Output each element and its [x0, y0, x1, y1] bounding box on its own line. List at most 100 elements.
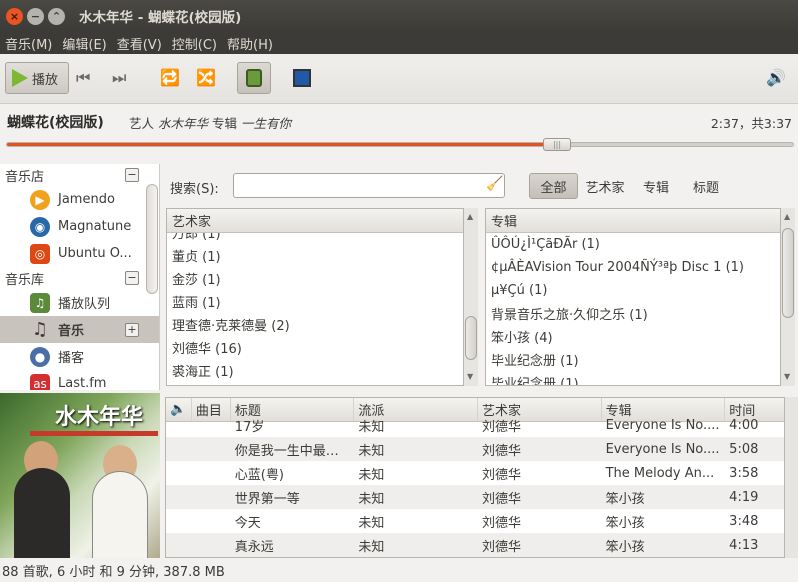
menu-control[interactable]: 控制(C): [167, 34, 222, 53]
list-item[interactable]: 笨小孩 (4): [486, 325, 780, 348]
list-item[interactable]: 理查德·克莱德曼 (2): [167, 313, 463, 336]
list-item[interactable]: 蓝雨 (1): [167, 290, 463, 313]
now-playing-meta: 艺人 水木年华 专辑 一生有你: [129, 113, 291, 132]
list-item[interactable]: 金莎 (1): [167, 267, 463, 290]
scroll-thumb[interactable]: [465, 316, 477, 360]
album-scrollbar[interactable]: ▲ ▼: [781, 208, 795, 386]
artist-scrollbar[interactable]: ▲ ▼: [464, 208, 478, 386]
next-icon[interactable]: ⏭: [112, 68, 126, 88]
filter-all-button[interactable]: 全部: [529, 173, 578, 199]
minimize-icon[interactable]: −: [27, 7, 44, 25]
scroll-down-icon[interactable]: ▼: [467, 372, 473, 381]
filter-album-button[interactable]: 专辑: [636, 173, 676, 199]
progress-knob[interactable]: |||: [543, 138, 571, 151]
track-rows: 17岁 未知 刘德华 Everyone Is No.... 4:00 你是我一生…: [166, 413, 784, 557]
repeat-icon[interactable]: 🔁: [160, 68, 180, 87]
maximize-icon[interactable]: ⌃: [48, 7, 65, 25]
genre-cell: 未知: [358, 539, 385, 555]
sidebar-item-label: Last.fm: [58, 376, 107, 390]
table-row[interactable]: 今天 未知 刘德华 笨小孩 3:48: [166, 509, 784, 533]
play-button[interactable]: 播放: [5, 62, 69, 94]
genre-cell: 未知: [358, 515, 385, 531]
previous-icon[interactable]: ⏮: [76, 68, 90, 88]
sidebar-item-label: Jamendo: [58, 192, 115, 207]
sidebar-item-jamendo[interactable]: ▶ Jamendo: [0, 186, 159, 213]
sidebar-item-magnatune[interactable]: ◉ Magnatune: [0, 213, 159, 240]
table-row[interactable]: 世界第一等 未知 刘德华 笨小孩 4:19: [166, 485, 784, 509]
track-list-scrollbar[interactable]: [785, 397, 798, 558]
sidebar-item-ubuntu-one[interactable]: ◎ Ubuntu O...: [0, 240, 159, 267]
sidebar-scrollbar[interactable]: [146, 184, 158, 294]
list-item[interactable]: 裘海正 (1): [167, 359, 463, 382]
title-bar: × − ⌃ 水木年华 - 蝴蝶花(校园版): [0, 0, 798, 32]
menu-view[interactable]: 查看(V): [112, 34, 167, 53]
table-row[interactable]: 心蓝(粤) 未知 刘德华 The Melody An... 3:58: [166, 461, 784, 485]
scroll-up-icon[interactable]: ▲: [784, 212, 790, 221]
menu-help[interactable]: 帮助(H): [222, 34, 278, 53]
song-info-button[interactable]: [237, 62, 271, 94]
clear-search-icon[interactable]: 🧹: [486, 176, 503, 192]
song-info-icon: [246, 69, 262, 87]
collapse-store-button[interactable]: −: [125, 168, 139, 182]
collapse-library-button[interactable]: −: [125, 271, 139, 285]
filter-title-button[interactable]: 标题: [686, 173, 726, 199]
album-art-title: 水木年华: [55, 405, 144, 430]
sidebar-item-lastfm[interactable]: as Last.fm: [0, 370, 159, 390]
list-item[interactable]: 刘德华 (16): [167, 336, 463, 359]
time-cell: 4:19: [729, 489, 759, 505]
playing-cell: [166, 413, 192, 437]
title-cell: 心蓝(粤): [234, 467, 284, 483]
album-browser: 专辑 ÛÔÚ¿Ì¹ÇãÐÃr (1) ¢µÂÈAVision Tour 2004…: [485, 208, 781, 386]
search-input[interactable]: [233, 173, 505, 198]
album-cell: 笨小孩: [605, 491, 645, 507]
close-icon[interactable]: ×: [6, 7, 23, 25]
list-item[interactable]: ÛÔÚ¿Ì¹ÇãÐÃr (1): [486, 233, 780, 256]
track-number-cell: [192, 461, 231, 485]
artist-cell: 刘德华: [481, 419, 521, 435]
album-art-figure: [92, 471, 148, 558]
progress-bar[interactable]: |||: [6, 138, 794, 151]
genre-cell: 未知: [358, 419, 385, 435]
title-cell: 你是我一生中最…: [234, 443, 339, 459]
playing-cell: [166, 533, 192, 557]
menu-edit[interactable]: 编辑(E): [57, 34, 111, 53]
time-cell: 5:08: [729, 441, 759, 457]
sidebar-item-podcast[interactable]: ● 播客: [0, 343, 159, 370]
sidebar-item-music[interactable]: ♫ 音乐 +: [0, 316, 159, 343]
album-cell: Everyone Is No....: [605, 441, 720, 457]
list-item[interactable]: 背景音乐之旅·久仰之乐 (1): [486, 302, 780, 325]
sidebar-item-label: 播客: [58, 351, 85, 366]
toolbar: 播放 ⏮ ⏭ 🔁 🔀 🔊: [0, 54, 798, 104]
list-item[interactable]: 万郎 (1): [167, 233, 463, 244]
genre-cell: 未知: [358, 491, 385, 507]
album-cell: Everyone Is No....: [605, 417, 720, 433]
list-item[interactable]: 毕业纪念册 (1): [486, 371, 780, 385]
add-playlist-button[interactable]: +: [125, 323, 139, 337]
list-item[interactable]: 毕业纪念册 (1): [486, 348, 780, 371]
artist-browser: 艺术家 万郎 (1) 董贞 (1) 金莎 (1) 蓝雨 (1) 理查德·克莱德曼…: [166, 208, 464, 386]
visualization-icon[interactable]: [293, 69, 311, 87]
table-row[interactable]: 17岁 未知 刘德华 Everyone Is No.... 4:00: [166, 413, 784, 437]
artist-cell: 刘德华: [481, 539, 521, 555]
library-header-label: 音乐库: [5, 272, 45, 288]
ubuntu-one-icon: ◎: [30, 243, 50, 264]
table-row[interactable]: 真永远 未知 刘德华 笨小孩 4:13: [166, 533, 784, 557]
album-column-header[interactable]: 专辑: [486, 209, 780, 233]
scroll-up-icon[interactable]: ▲: [467, 212, 473, 221]
list-item[interactable]: ¢µÂÈAVision Tour 2004ÑÝ³ªþ Disc 1 (1): [486, 256, 780, 279]
menu-music[interactable]: 音乐(M): [0, 34, 57, 53]
store-header-label: 音乐店: [5, 169, 45, 185]
sidebar-item-play-queue[interactable]: ♫ 播放队列: [0, 289, 159, 316]
album-list: ÛÔÚ¿Ì¹ÇãÐÃr (1) ¢µÂÈAVision Tour 2004ÑÝ³…: [486, 233, 780, 385]
artist-column-header[interactable]: 艺术家: [167, 209, 463, 233]
list-item[interactable]: µ¥Çú (1): [486, 279, 780, 302]
table-row[interactable]: 你是我一生中最… 未知 刘德华 Everyone Is No.... 5:08: [166, 437, 784, 461]
now-playing-title: 蝴蝶花(校园版): [7, 115, 104, 131]
volume-icon[interactable]: 🔊: [766, 68, 786, 87]
list-item[interactable]: 董贞 (1): [167, 244, 463, 267]
scroll-down-icon[interactable]: ▼: [784, 372, 790, 381]
filter-artist-button[interactable]: 艺术家: [580, 173, 630, 199]
shuffle-icon[interactable]: 🔀: [196, 68, 216, 87]
scroll-thumb[interactable]: [782, 228, 794, 318]
playing-cell: [166, 461, 192, 485]
